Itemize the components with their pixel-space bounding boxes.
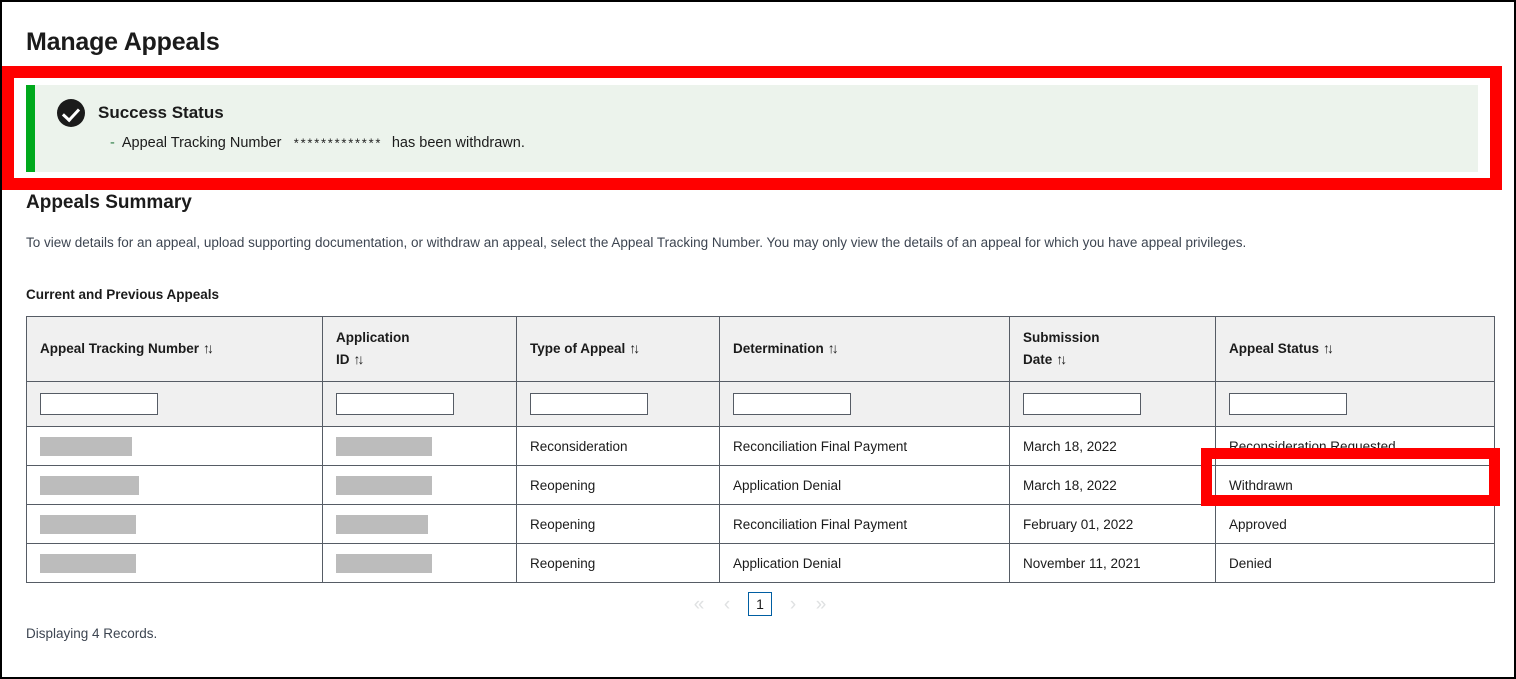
redacted-value [40,437,132,456]
filter-cell-application-id [323,382,517,427]
pagination-first-icon[interactable]: « [685,595,713,614]
table-row[interactable]: Reopening Application Denial March 18, 2… [27,466,1495,505]
cell-appeal-status: Withdrawn [1216,466,1495,505]
filter-input-appeal-tracking-number[interactable] [40,393,158,415]
cell-appeal-tracking-number[interactable] [27,505,323,544]
alert-dash: - [110,135,115,151]
redacted-value [336,476,432,495]
masked-tracking-number: ************* [288,137,384,152]
column-header-submission-date[interactable]: Submission Date↑↓ [1010,317,1216,382]
column-header-appeal-status[interactable]: Appeal Status↑↓ [1216,317,1495,382]
header-row: Appeal Tracking Number↑↓ Application ID↑… [27,317,1495,382]
appeals-table: Appeal Tracking Number↑↓ Application ID↑… [26,316,1495,583]
manage-appeals-page: Manage Appeals Success Status - Appeal T… [0,0,1516,679]
table-row[interactable]: Reconsideration Reconciliation Final Pay… [27,427,1495,466]
cell-application-id [323,544,517,583]
cell-appeal-tracking-number[interactable] [27,544,323,583]
cell-determination: Application Denial [720,466,1010,505]
cell-appeal-status: Reconsideration Requested [1216,427,1495,466]
header-label: Type of Appeal [530,341,625,356]
redacted-value [336,437,432,456]
sort-icon[interactable]: ↑↓ [1052,349,1064,371]
filter-cell-appeal-tracking-number [27,382,323,427]
page-title: Manage Appeals [26,28,220,57]
cell-submission-date: March 18, 2022 [1010,427,1216,466]
sort-icon[interactable]: ↑↓ [199,338,211,360]
alert-message-suffix: has been withdrawn. [392,135,525,151]
cell-appeal-tracking-number[interactable] [27,466,323,505]
alert-message: - Appeal Tracking Number ************* h… [57,135,1478,151]
table-row[interactable]: Reopening Reconciliation Final Payment F… [27,505,1495,544]
filter-input-determination[interactable] [733,393,851,415]
sort-icon[interactable]: ↑↓ [1319,338,1331,360]
cell-type-of-appeal: Reopening [517,544,720,583]
cell-application-id [323,427,517,466]
sort-icon[interactable]: ↑↓ [625,338,637,360]
header-label: Appeal Tracking Number [40,341,199,356]
header-label: Appeal Status [1229,341,1319,356]
header-label-line2: ID [336,352,350,367]
filter-row [27,382,1495,427]
column-header-application-id[interactable]: Application ID↑↓ [323,317,517,382]
table-head: Appeal Tracking Number↑↓ Application ID↑… [27,317,1495,427]
pagination-previous-icon[interactable]: ‹ [713,595,741,614]
cell-type-of-appeal: Reconsideration [517,427,720,466]
redacted-value [336,515,428,534]
cell-appeal-tracking-number[interactable] [27,427,323,466]
appeals-summary-description: To view details for an appeal, upload su… [26,235,1246,250]
cell-appeal-status: Denied [1216,544,1495,583]
cell-determination: Application Denial [720,544,1010,583]
alert-title: Success Status [98,103,224,123]
table-caption: Current and Previous Appeals [26,287,219,302]
filter-input-application-id[interactable] [336,393,454,415]
check-circle-icon [57,99,85,127]
filter-input-submission-date[interactable] [1023,393,1141,415]
alert-message-prefix: Appeal Tracking Number [122,135,282,151]
sort-icon[interactable]: ↑↓ [350,349,362,371]
filter-input-appeal-status[interactable] [1229,393,1347,415]
cell-application-id [323,466,517,505]
redacted-value [40,515,136,534]
pagination-page-1[interactable]: 1 [748,592,772,616]
pagination: « ‹ 1 › » [2,592,1516,616]
redacted-value [336,554,432,573]
column-header-determination[interactable]: Determination↑↓ [720,317,1010,382]
header-label-line1: Submission [1023,330,1100,345]
filter-cell-appeal-status [1216,382,1495,427]
cell-determination: Reconciliation Final Payment [720,505,1010,544]
header-label-line1: Application [336,330,410,345]
success-alert: Success Status - Appeal Tracking Number … [26,85,1478,172]
appeals-summary-heading: Appeals Summary [26,192,192,214]
cell-application-id [323,505,517,544]
header-label-line2: Date [1023,352,1052,367]
header-label: Determination [733,341,824,356]
cell-submission-date: March 18, 2022 [1010,466,1216,505]
cell-determination: Reconciliation Final Payment [720,427,1010,466]
column-header-type-of-appeal[interactable]: Type of Appeal↑↓ [517,317,720,382]
redacted-value [40,554,136,573]
filter-cell-determination [720,382,1010,427]
records-count: Displaying 4 Records. [26,626,157,641]
cell-type-of-appeal: Reopening [517,466,720,505]
redacted-value [40,476,139,495]
cell-appeal-status: Approved [1216,505,1495,544]
filter-cell-type-of-appeal [517,382,720,427]
cell-submission-date: February 01, 2022 [1010,505,1216,544]
filter-input-type-of-appeal[interactable] [530,393,648,415]
cell-submission-date: November 11, 2021 [1010,544,1216,583]
cell-type-of-appeal: Reopening [517,505,720,544]
pagination-next-icon[interactable]: › [779,595,807,614]
table-row[interactable]: Reopening Application Denial November 11… [27,544,1495,583]
pagination-last-icon[interactable]: » [807,595,835,614]
column-header-appeal-tracking-number[interactable]: Appeal Tracking Number↑↓ [27,317,323,382]
appeals-table-container: Appeal Tracking Number↑↓ Application ID↑… [26,316,1494,583]
sort-icon[interactable]: ↑↓ [824,338,836,360]
alert-header: Success Status [57,99,1478,127]
filter-cell-submission-date [1010,382,1216,427]
table-body: Reconsideration Reconciliation Final Pay… [27,427,1495,583]
